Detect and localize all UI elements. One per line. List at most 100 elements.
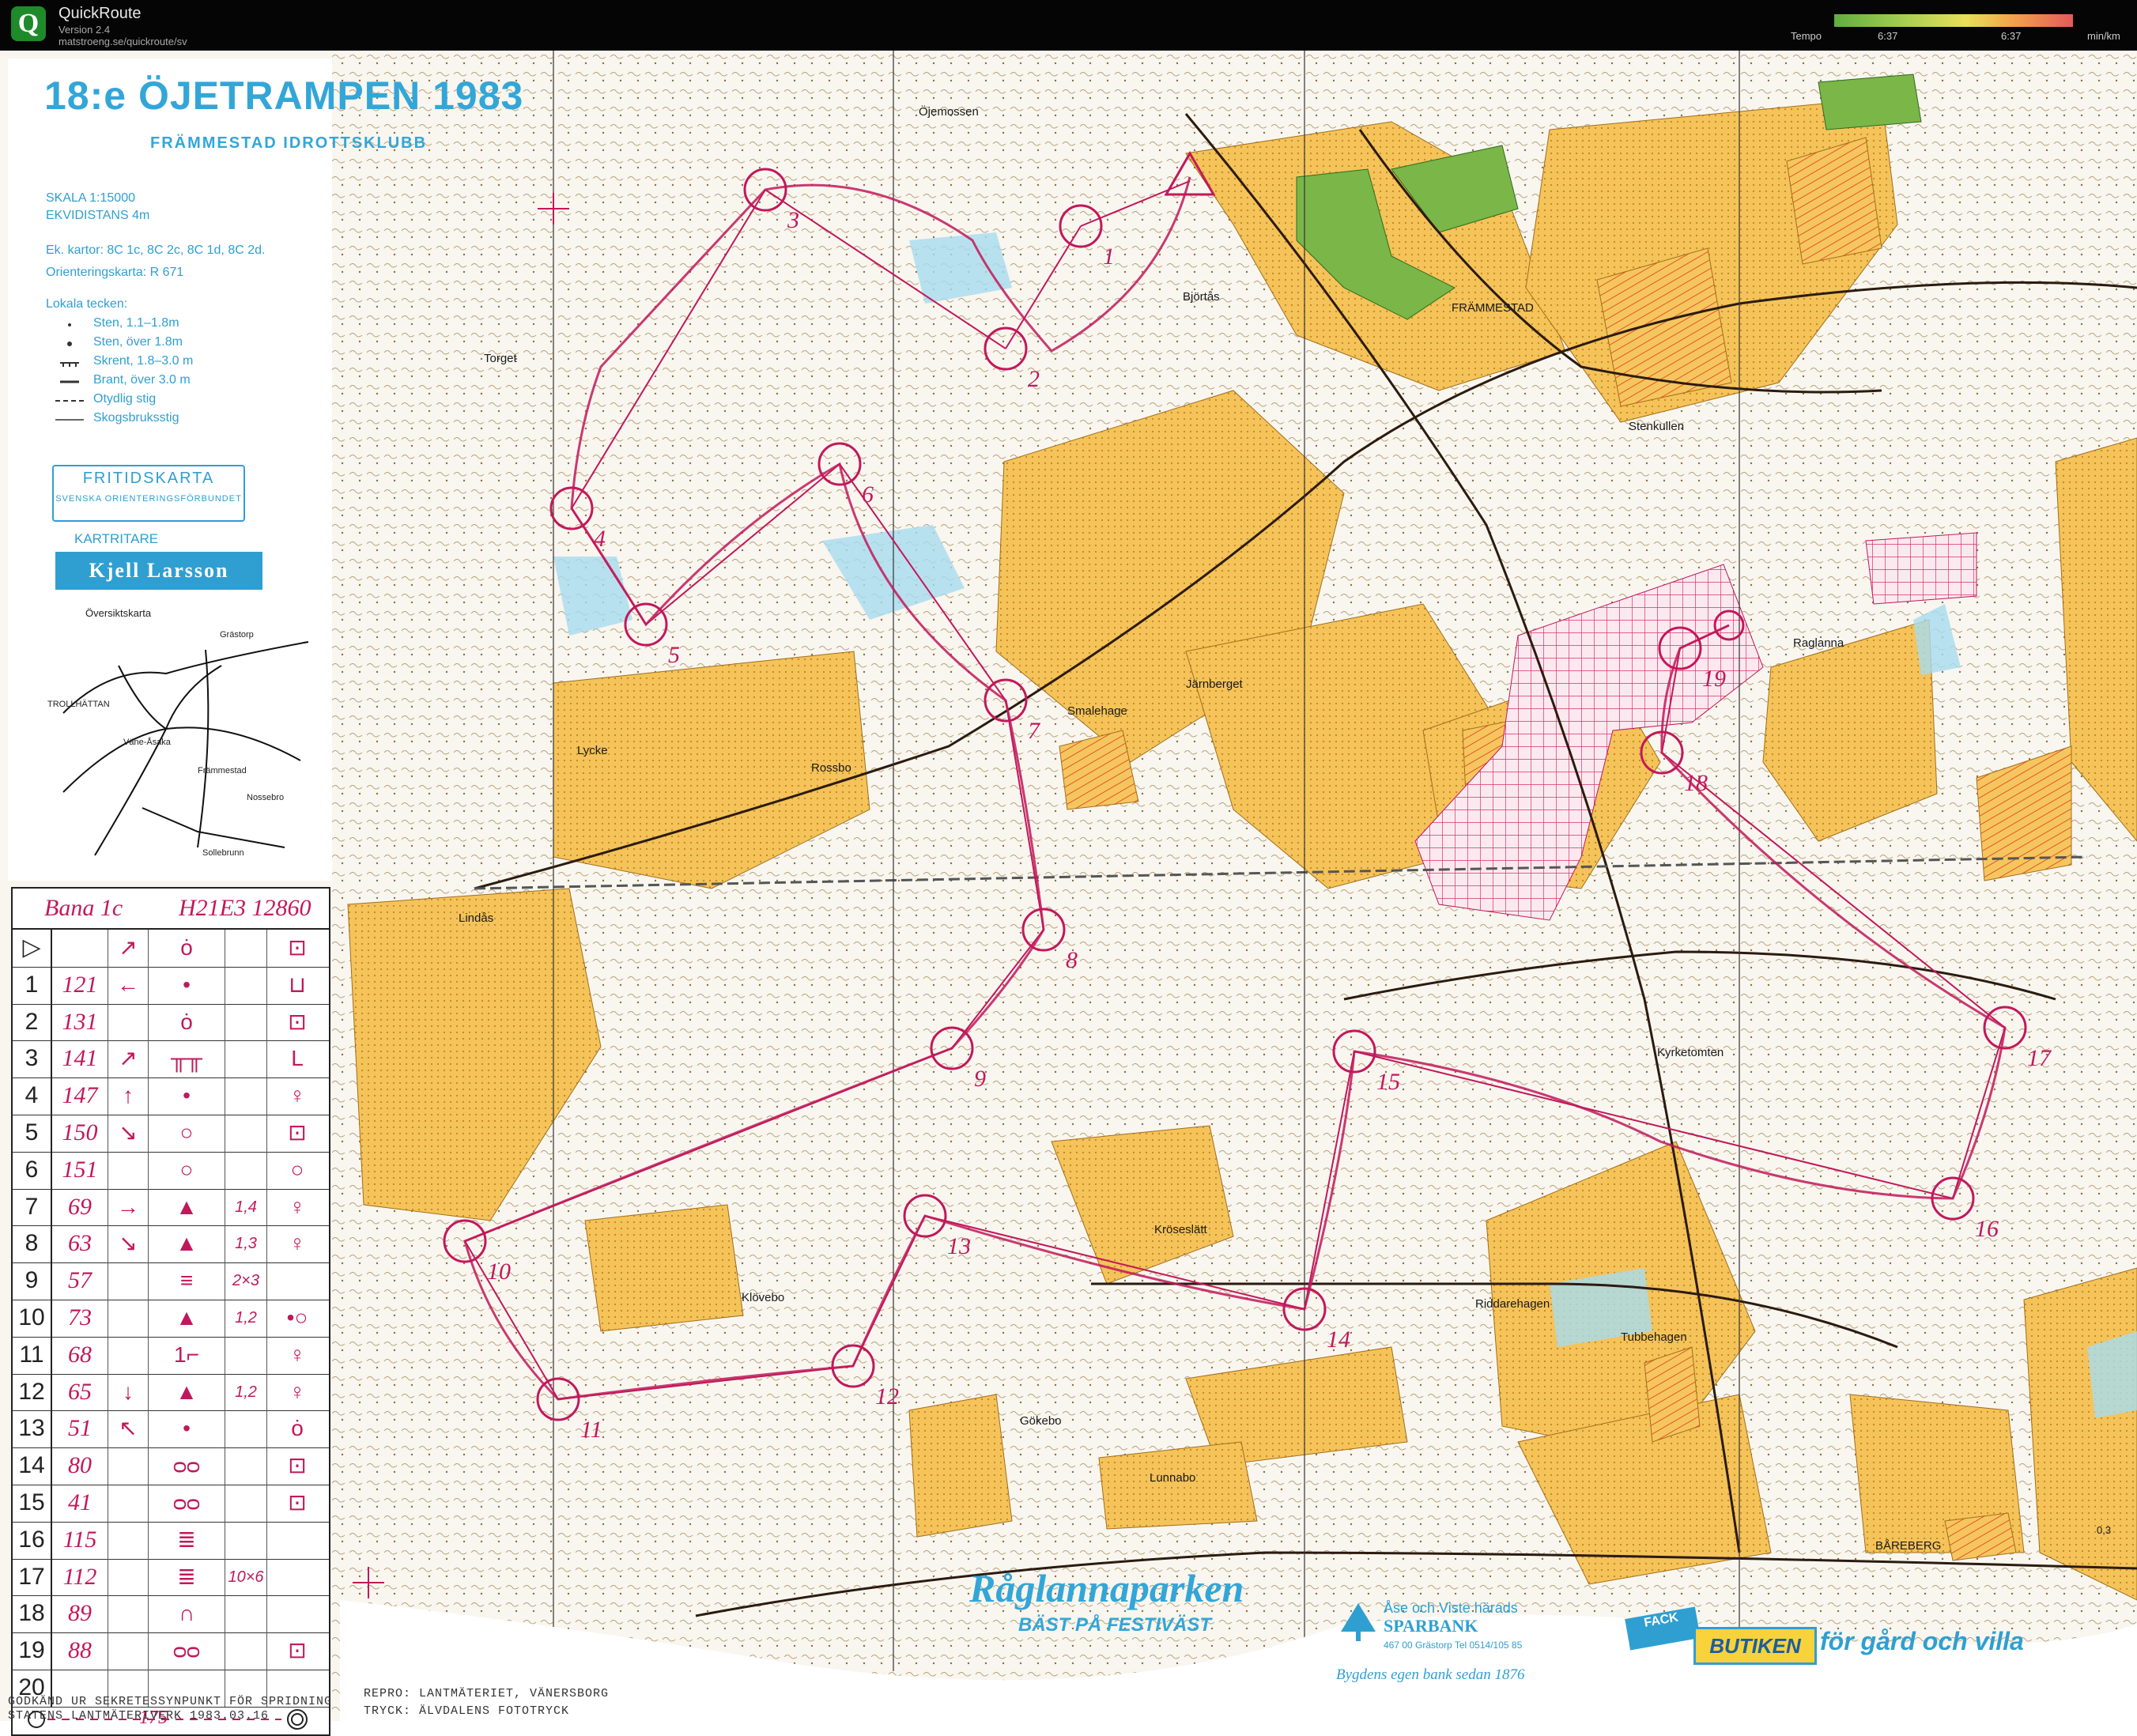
local-symbol-2: Sten, över 1.8m — [93, 335, 183, 349]
local-symbol-6: Skogsbruksstig — [93, 411, 179, 425]
club-name: FRÄMMESTAD IDROTTSKLUBB — [150, 134, 428, 152]
bank-name: SPARBANK — [1384, 1616, 1478, 1636]
place-gokebo: Gökebo — [1020, 1414, 1062, 1428]
local-symbols-title: Lokala tecken: — [46, 297, 128, 311]
control-direction — [108, 1447, 149, 1485]
control-code: 80 — [52, 1447, 108, 1485]
control-description-card: Bana 1c H21E3 12860 ▷ ↗ ȯ ⊡ 1 121 ← • ⊔ 2 131 ȯ ⊡ 3… — [11, 887, 330, 1736]
control-direction — [108, 1485, 149, 1522]
app-url[interactable]: matstroeng.se/quickroute/sv — [59, 36, 187, 47]
control-direction — [108, 1521, 149, 1559]
control-size — [225, 1595, 267, 1633]
control-row: 2 131 ȯ ⊡ — [13, 1003, 329, 1042]
control-position: ♀ — [289, 1083, 306, 1108]
fritidskarta-title: FRITIDSKARTA — [82, 470, 215, 487]
control-feature: ȯ — [149, 1003, 225, 1041]
control-size: 10×6 — [225, 1558, 267, 1596]
control-code: 141 — [52, 1040, 108, 1078]
control-row: 7 69 → ▲ 1,4 ♀ — [13, 1188, 329, 1227]
control-number-label: 8 — [1066, 947, 1078, 973]
control-code: 115 — [52, 1521, 108, 1559]
control-number: 19 — [13, 1632, 52, 1670]
place-frammestad: FRÄMMESTAD — [1452, 301, 1534, 315]
map-title: 18:e ÖJETRAMPEN 1983 — [44, 74, 524, 118]
control-feature: ○ — [149, 1115, 225, 1152]
tempo-label: Tempo — [1791, 30, 1822, 42]
control-row: 8 63 ↘ ▲ 1,3 ♀ — [13, 1225, 329, 1264]
overview-place-nossebro: Nossebro — [247, 793, 284, 802]
control-number: 15 — [13, 1485, 52, 1522]
control-position: ♀ — [289, 1194, 306, 1219]
control-number: 2 — [13, 1003, 52, 1041]
raglannaparken-title: Råglannaparken — [969, 1566, 1244, 1610]
control-row: 9 57 ≡ 2×3 — [13, 1262, 329, 1300]
control-number: 3 — [13, 1040, 52, 1078]
control-position: ⊡ — [288, 1638, 307, 1663]
control-size — [225, 1115, 267, 1152]
control-size — [225, 1077, 267, 1115]
control-row: 19 88 ᴑᴑ ⊡ — [13, 1632, 329, 1670]
control-number-label: 6 — [862, 481, 874, 508]
control-direction — [108, 1595, 149, 1633]
control-number-label: 14 — [1327, 1327, 1350, 1353]
butiken-label: BUTIKEN — [1693, 1627, 1817, 1665]
orienteering-map[interactable]: 1 2 3 4 5 6 7 8 9 10 11 12 13 14 15 16 17 18 19 Öjemossen … — [0, 51, 2137, 1736]
control-number-label: 1 — [1103, 243, 1115, 270]
control-position: L — [291, 1046, 304, 1071]
control-number: 6 — [13, 1151, 52, 1189]
control-direction — [108, 1300, 149, 1337]
card-header: Bana 1c H21E3 12860 — [13, 889, 329, 930]
control-position: ȯ — [291, 1416, 304, 1441]
control-number: 4 — [13, 1077, 52, 1115]
print-note: TRYCK: ÄLVDALENS FOTOTRYCK — [364, 1704, 570, 1718]
place-kyrketomten: Kyrketomten — [1657, 1046, 1724, 1059]
control-position: ♀ — [289, 1342, 306, 1367]
control-number-label: 17 — [2027, 1045, 2052, 1071]
control-number-label: 13 — [947, 1233, 971, 1259]
overview-place-vane-asaka: Väne-Åsaka — [123, 737, 172, 747]
control-number: 9 — [13, 1262, 52, 1300]
control-feature: ∩ — [149, 1595, 225, 1633]
control-row: 6 151 ○ ○ — [13, 1151, 329, 1190]
overview-map-label: Översiktskarta — [85, 607, 152, 619]
control-number: 8 — [13, 1225, 52, 1263]
control-number: 7 — [13, 1188, 52, 1226]
control-size: 1,3 — [225, 1225, 267, 1263]
control-code: 63 — [52, 1225, 108, 1263]
control-position: ⊡ — [288, 1453, 307, 1478]
control-number-label: 11 — [580, 1417, 602, 1443]
place-smalehage: Smalehage — [1067, 704, 1127, 718]
control-direction: ↘ — [108, 1225, 149, 1263]
control-size — [225, 1632, 267, 1670]
approval-line-2: STATENS LANTMÄTERIVERK 1983.03.16 — [8, 1709, 270, 1723]
place-jarnberget: Järnberget — [1186, 677, 1244, 691]
control-direction — [108, 1151, 149, 1189]
control-number: 13 — [13, 1410, 52, 1448]
control-code: 147 — [52, 1077, 108, 1115]
control-position — [267, 1522, 327, 1559]
control-code: 41 — [52, 1485, 108, 1522]
control-direction: ↗ — [108, 1040, 149, 1078]
cartographer-name: Kjell Larsson — [55, 552, 262, 590]
control-row: 15 41 ᴑᴑ ⊡ — [13, 1485, 329, 1523]
control-direction: ↖ — [108, 1410, 149, 1448]
map-scale: SKALA 1:15000 — [46, 191, 135, 205]
control-row: 18 89 ∩ — [13, 1595, 329, 1634]
control-row: 3 141 ↗ ╥╥ L — [13, 1040, 329, 1079]
control-feature: ▲ — [149, 1225, 225, 1263]
control-number: 10 — [13, 1300, 52, 1337]
control-position: ⊡ — [288, 1120, 307, 1145]
control-number: 1 — [13, 966, 52, 1004]
control-size — [225, 966, 267, 1004]
control-direction — [108, 1558, 149, 1596]
raglannaparken-ad: Råglannaparken BÄST PÅ FESTIVÄST — [969, 1565, 1244, 1652]
control-feature: • — [149, 1410, 225, 1448]
place-klovebo: Klövebo — [742, 1291, 784, 1304]
control-code: 65 — [52, 1373, 108, 1411]
control-code: 73 — [52, 1300, 108, 1337]
control-code: 112 — [52, 1558, 108, 1596]
control-number-label: 19 — [1702, 666, 1726, 692]
overview-place-frammestad: Främmestad — [198, 766, 247, 776]
overview-place-grastorp: Grästorp — [220, 630, 254, 640]
course-name: Bana 1c — [44, 895, 123, 921]
